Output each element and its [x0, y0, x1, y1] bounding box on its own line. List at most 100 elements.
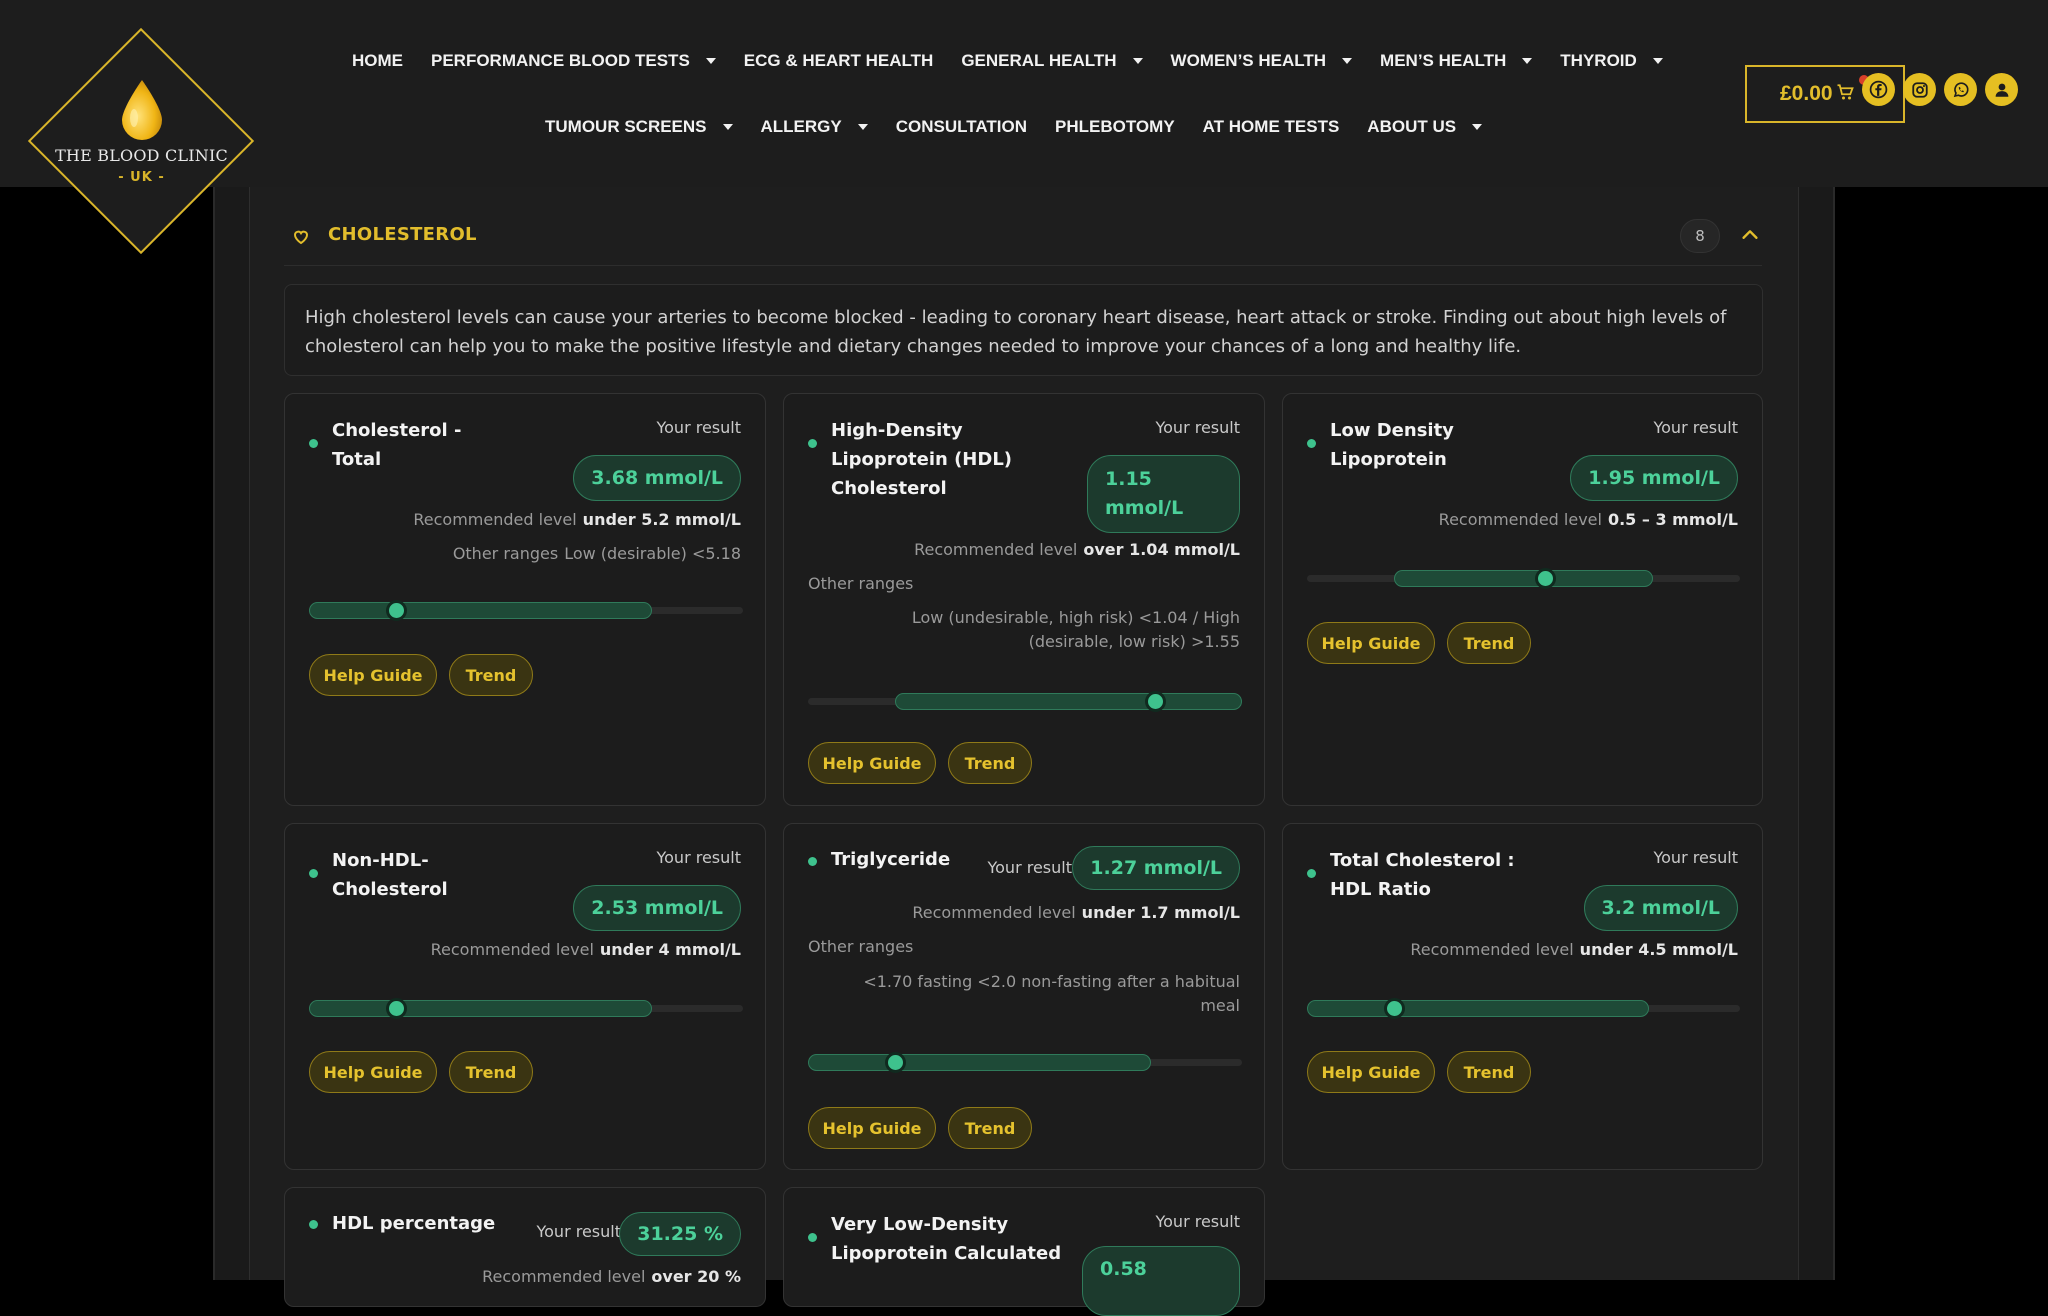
your-result-label: Your result	[1155, 1212, 1240, 1231]
recommended-value: 0.5 – 3 mmol/L	[1607, 510, 1738, 529]
result-card-triglyceride: Triglyceride Your result 1.27 mmol/L Rec…	[783, 823, 1265, 1170]
recommended-level: Recommended level over 20 %	[482, 1267, 741, 1286]
other-ranges-label: Other ranges	[808, 574, 914, 593]
nav-consultation[interactable]: CONSULTATION	[896, 117, 1027, 137]
trend-button[interactable]: Trend	[1447, 622, 1531, 664]
result-title: Low Density Lipoprotein	[1330, 420, 1454, 470]
result-marker	[385, 998, 407, 1019]
recommended-level: Recommended level over 1.04 mmol/L	[914, 540, 1240, 559]
nav-label: PHLEBOTOMY	[1055, 117, 1175, 136]
nav-thyroid[interactable]: THYROID	[1560, 51, 1663, 71]
your-result-label: Your result	[1155, 418, 1240, 437]
result-title: Non-HDL-Cholesterol	[332, 850, 448, 900]
nav-tumour-screens[interactable]: TUMOUR SCREENS	[545, 117, 733, 137]
trend-button[interactable]: Trend	[948, 742, 1032, 784]
trend-button[interactable]: Trend	[948, 1107, 1032, 1149]
result-marker	[385, 600, 407, 621]
logo-subtitle: - UK -	[118, 170, 165, 185]
result-title: Very Low-Density Lipoprotein Calculated	[831, 1214, 1062, 1264]
other-ranges-value: <1.70 fasting <2.0 non-fasting after a h…	[863, 972, 1240, 1015]
result-card-cholesterol-total: Cholesterol - Total Your result 3.68 mmo…	[284, 393, 766, 806]
recommended-label: Recommended level	[1410, 940, 1574, 959]
nav-allergy[interactable]: ALLERGY	[761, 117, 868, 137]
range-band	[894, 693, 1242, 710]
recommended-level: Recommended level under 1.7 mmol/L	[912, 903, 1240, 922]
result-title: Triglyceride	[831, 849, 951, 870]
whatsapp-icon[interactable]	[1944, 73, 1977, 106]
caret-down-icon	[1522, 58, 1533, 64]
recommended-label: Recommended level	[430, 940, 594, 959]
nav-label: GENERAL HEALTH	[961, 51, 1117, 70]
result-marker	[1383, 998, 1405, 1019]
nav-label: TUMOUR SCREENS	[545, 117, 707, 136]
nav-general-health[interactable]: GENERAL HEALTH	[961, 51, 1143, 71]
status-dot	[309, 1220, 318, 1229]
range-slider	[1307, 998, 1740, 1019]
result-card-low-density-lipoprotein: Low Density Lipoprotein Your result 1.95…	[1282, 393, 1763, 806]
help-guide-button[interactable]: Help Guide	[309, 654, 437, 696]
other-ranges-value: Low (desirable) <5.18	[564, 544, 741, 563]
nav-home[interactable]: HOME	[352, 51, 403, 71]
cholesterol-section-header[interactable]: CHOLESTEROL 8	[284, 210, 1762, 266]
logo-name: THE BLOOD CLINIC	[55, 146, 228, 165]
caret-down-icon	[722, 124, 733, 130]
nav-womens-health[interactable]: WOMEN’S HEALTH	[1171, 51, 1353, 71]
range-band	[1393, 570, 1654, 587]
instagram-icon[interactable]	[1903, 73, 1936, 106]
result-value-pill: 0.58	[1082, 1246, 1240, 1316]
other-ranges-label: Other ranges	[808, 937, 914, 956]
recommended-value: under 4 mmol/L	[599, 940, 741, 959]
help-guide-button[interactable]: Help Guide	[808, 1107, 936, 1149]
help-guide-button[interactable]: Help Guide	[1307, 622, 1435, 664]
result-card-hdl-percentage: HDL percentage Your result 31.25 % Recom…	[284, 1187, 766, 1307]
nav-at-home-tests[interactable]: AT HOME TESTS	[1203, 117, 1340, 137]
trend-button[interactable]: Trend	[449, 654, 533, 696]
recommended-value: under 1.7 mmol/L	[1081, 903, 1240, 922]
nav-performance-blood-tests[interactable]: PERFORMANCE BLOOD TESTS	[431, 51, 716, 71]
nav-label: THYROID	[1560, 51, 1637, 70]
range-band	[808, 1054, 1151, 1071]
nav-label: HOME	[352, 51, 403, 70]
main-nav-row-1: HOME PERFORMANCE BLOOD TESTS ECG & HEART…	[352, 46, 1691, 76]
user-icon[interactable]	[1985, 73, 2018, 106]
result-title: High-Density Lipoprotein (HDL) Cholester…	[831, 420, 1013, 499]
help-guide-button[interactable]: Help Guide	[1307, 1051, 1435, 1093]
your-result-label: Your result	[536, 1222, 621, 1241]
result-title: Total Cholesterol : HDL Ratio	[1330, 850, 1515, 900]
range-band	[309, 1000, 652, 1017]
nav-ecg-heart-health[interactable]: ECG & HEART HEALTH	[744, 51, 934, 71]
caret-down-icon	[1652, 58, 1663, 64]
recommended-label: Recommended level	[914, 540, 1078, 559]
cart-icon	[1836, 83, 1854, 105]
status-dot	[309, 869, 318, 878]
status-dot	[1307, 439, 1316, 448]
trend-button[interactable]: Trend	[1447, 1051, 1531, 1093]
section-intro: High cholesterol levels can cause your a…	[284, 284, 1763, 376]
caret-down-icon	[857, 124, 868, 130]
recommended-value: under 5.2 mmol/L	[582, 510, 741, 529]
recommended-level: Recommended level under 5.2 mmol/L	[413, 510, 741, 529]
recommended-label: Recommended level	[1438, 510, 1602, 529]
recommended-label: Recommended level	[912, 903, 1076, 922]
status-dot	[808, 857, 817, 866]
site-logo[interactable]: THE BLOOD CLINIC - UK -	[27, 27, 255, 255]
nav-mens-health[interactable]: MEN’S HEALTH	[1380, 51, 1533, 71]
help-guide-button[interactable]: Help Guide	[309, 1051, 437, 1093]
facebook-icon[interactable]	[1862, 73, 1895, 106]
help-guide-button[interactable]: Help Guide	[808, 742, 936, 784]
result-title: HDL percentage	[332, 1213, 496, 1234]
caret-down-icon	[1342, 58, 1353, 64]
range-slider	[309, 998, 743, 1019]
trend-button[interactable]: Trend	[449, 1051, 533, 1093]
site-header: HOME PERFORMANCE BLOOD TESTS ECG & HEART…	[0, 0, 2048, 187]
result-value-pill: 1.95 mmol/L	[1570, 455, 1738, 501]
nav-label: CONSULTATION	[895, 117, 1028, 136]
recommended-level: Recommended level 0.5 – 3 mmol/L	[1439, 510, 1738, 529]
section-count-badge: 8	[1680, 219, 1720, 253]
range-slider	[808, 691, 1242, 712]
chevron-up-icon[interactable]	[1739, 224, 1761, 250]
other-ranges-label: Other ranges	[452, 544, 559, 563]
nav-phlebotomy[interactable]: PHLEBOTOMY	[1055, 117, 1175, 137]
nav-label: ALLERGY	[760, 117, 842, 136]
nav-about-us[interactable]: ABOUT US	[1367, 117, 1483, 137]
